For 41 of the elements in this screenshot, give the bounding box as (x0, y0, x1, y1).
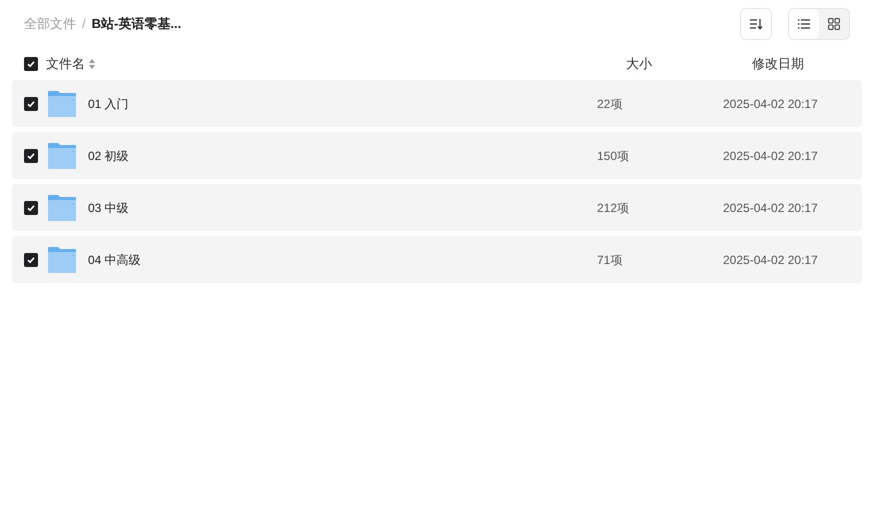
item-count: 150项 (597, 148, 630, 164)
folder-icon (47, 142, 77, 170)
grid-icon (828, 18, 840, 30)
column-header[interactable]: 文件名 (46, 54, 85, 74)
item-count: 71项 (597, 252, 624, 268)
item-count: 212项 (597, 200, 630, 216)
folder-icon (47, 194, 77, 222)
modified-date: 2025-04-02 20:17 (723, 200, 818, 216)
file-name: 03 中级 (88, 200, 130, 216)
checkbox[interactable] (24, 148, 38, 162)
file-name: 01 入门 (88, 96, 130, 112)
file-name: 02 初级 (88, 148, 130, 164)
column-header: 修改日期 (752, 55, 804, 74)
checkbox[interactable] (24, 252, 38, 266)
breadcrumb-separator: / (82, 15, 86, 34)
folder-icon (47, 90, 77, 118)
checkbox[interactable] (24, 96, 38, 110)
modified-date: 2025-04-02 20:17 (723, 148, 818, 164)
folder-row[interactable]: 04 中高级 71项 2025-04-02 20:17 (12, 236, 862, 283)
sort-arrows-icon (89, 59, 95, 69)
list-view-button[interactable] (789, 9, 819, 39)
file-name: 04 中高级 (88, 252, 142, 268)
breadcrumb-item[interactable]: B站-英语零基... (92, 14, 182, 34)
list-icon (798, 19, 810, 29)
checkmark-icon (27, 152, 35, 160)
folder-row[interactable]: 01 入门 22项 2025-04-02 20:17 (12, 80, 862, 127)
folder-row[interactable]: 03 中级 212项 2025-04-02 20:17 (12, 184, 862, 231)
folder-row[interactable]: 02 初级 150项 2025-04-02 20:17 (12, 132, 862, 179)
checkbox[interactable] (24, 200, 38, 214)
folder-icon (47, 246, 77, 274)
sort-icon (749, 18, 763, 30)
checkmark-icon (27, 100, 35, 108)
item-count: 22项 (597, 96, 624, 112)
sort-button[interactable] (740, 8, 772, 40)
column-header: 大小 (626, 55, 653, 74)
modified-date: 2025-04-02 20:17 (723, 96, 818, 112)
checkmark-icon (27, 60, 35, 68)
checkmark-icon (27, 204, 35, 212)
checkmark-icon (27, 256, 35, 264)
modified-date: 2025-04-02 20:17 (723, 252, 818, 268)
checkbox[interactable] (24, 57, 38, 71)
